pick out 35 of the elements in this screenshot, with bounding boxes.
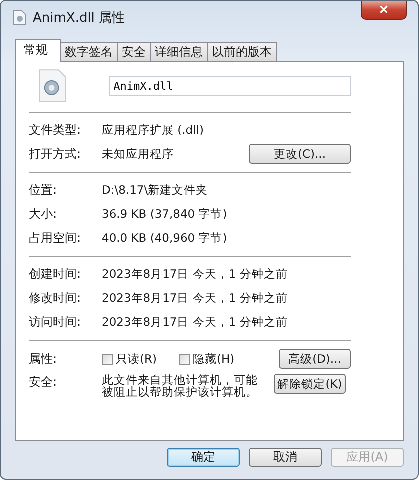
- field-label: 修改时间:: [29, 290, 82, 306]
- advanced-button[interactable]: 高级(D)...: [279, 349, 351, 369]
- tab[interactable]: 常规: [15, 39, 61, 62]
- field-label: 属性:: [29, 350, 58, 368]
- field-label: 访问时间:: [29, 314, 82, 330]
- tab[interactable]: 以前的版本: [207, 42, 277, 61]
- tab[interactable]: 安全: [117, 42, 151, 61]
- field-label: 占用空间:: [29, 230, 82, 246]
- field-value: 未知应用程序: [102, 146, 175, 162]
- field-label: 安全:: [29, 374, 58, 391]
- field-value: 2023年8月17日 今天，1 分钟之前: [102, 290, 289, 306]
- tab[interactable]: 详细信息: [150, 42, 208, 61]
- field-value: D:\8.17\新建文件夹: [102, 182, 210, 198]
- document-icon: [13, 10, 27, 26]
- field-value: 36.9 KB (37,840 字节): [102, 206, 228, 222]
- checkbox[interactable]: 只读(R): [102, 352, 157, 366]
- field-value: 应用程序扩展 (.dll): [102, 122, 205, 138]
- close-button[interactable]: ✕: [361, 1, 407, 20]
- field-label: 创建时间:: [29, 266, 82, 282]
- tab[interactable]: 数字签名: [60, 42, 118, 61]
- checkbox[interactable]: 隐藏(H): [178, 352, 235, 366]
- dialog-button[interactable]: 确定: [167, 448, 240, 467]
- window-title: AnimX.dll 属性: [33, 10, 126, 27]
- field-label: 打开方式:: [29, 146, 82, 162]
- field-value: 2023年8月17日 今天，1 分钟之前: [102, 314, 289, 330]
- unblock-button[interactable]: 解除锁定(K): [274, 374, 346, 394]
- field-value: 40.0 KB (40,960 字节): [102, 230, 228, 246]
- change-button[interactable]: 更改(C)...: [249, 144, 351, 164]
- dialog-button[interactable]: 取消: [249, 448, 322, 467]
- field-value: 2023年8月17日 今天，1 分钟之前: [102, 266, 289, 282]
- field-label: 位置:: [29, 182, 58, 198]
- security-text: 此文件来自其他计算机，可能被阻止以帮助保护该计算机。: [102, 374, 259, 398]
- field-label: 大小:: [29, 206, 58, 222]
- file-name-field[interactable]: AnimX.dll: [108, 76, 351, 96]
- field-label: 文件类型:: [29, 122, 82, 138]
